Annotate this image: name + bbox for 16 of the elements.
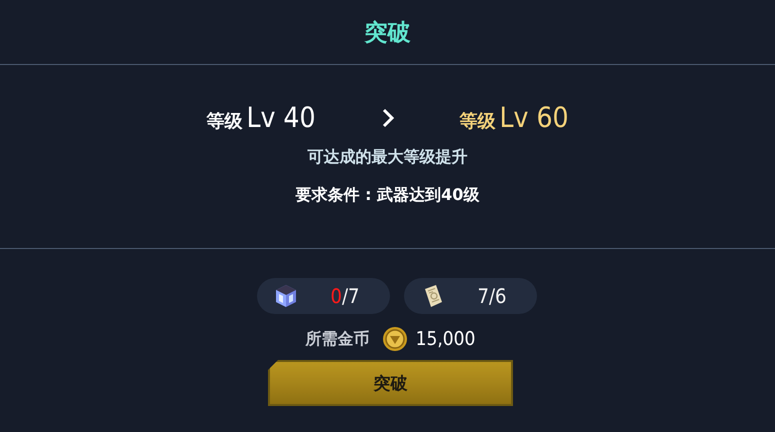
cost-label: 所需金币 bbox=[306, 328, 370, 350]
requirement-text: 要求条件 : 武器达到40级 bbox=[296, 185, 480, 206]
target-level: Lv 60 bbox=[500, 101, 568, 134]
level-label: 等级 bbox=[460, 110, 496, 133]
required-count: /6 bbox=[488, 284, 506, 308]
required-count: /7 bbox=[342, 284, 360, 308]
chevron-right-icon bbox=[380, 106, 394, 128]
breakthrough-button[interactable]: 突破 bbox=[268, 360, 513, 406]
owned-count: 0 bbox=[330, 284, 342, 308]
coin-amount: 15,000 bbox=[416, 328, 476, 350]
coin-icon bbox=[382, 326, 408, 352]
owned-count: 7 bbox=[478, 284, 489, 308]
dialog-title: 突破 bbox=[364, 18, 410, 48]
current-level: Lv 40 bbox=[246, 101, 316, 134]
level-label: 等级 bbox=[206, 110, 242, 133]
description-text: 可达成的最大等级提升 bbox=[308, 147, 468, 168]
